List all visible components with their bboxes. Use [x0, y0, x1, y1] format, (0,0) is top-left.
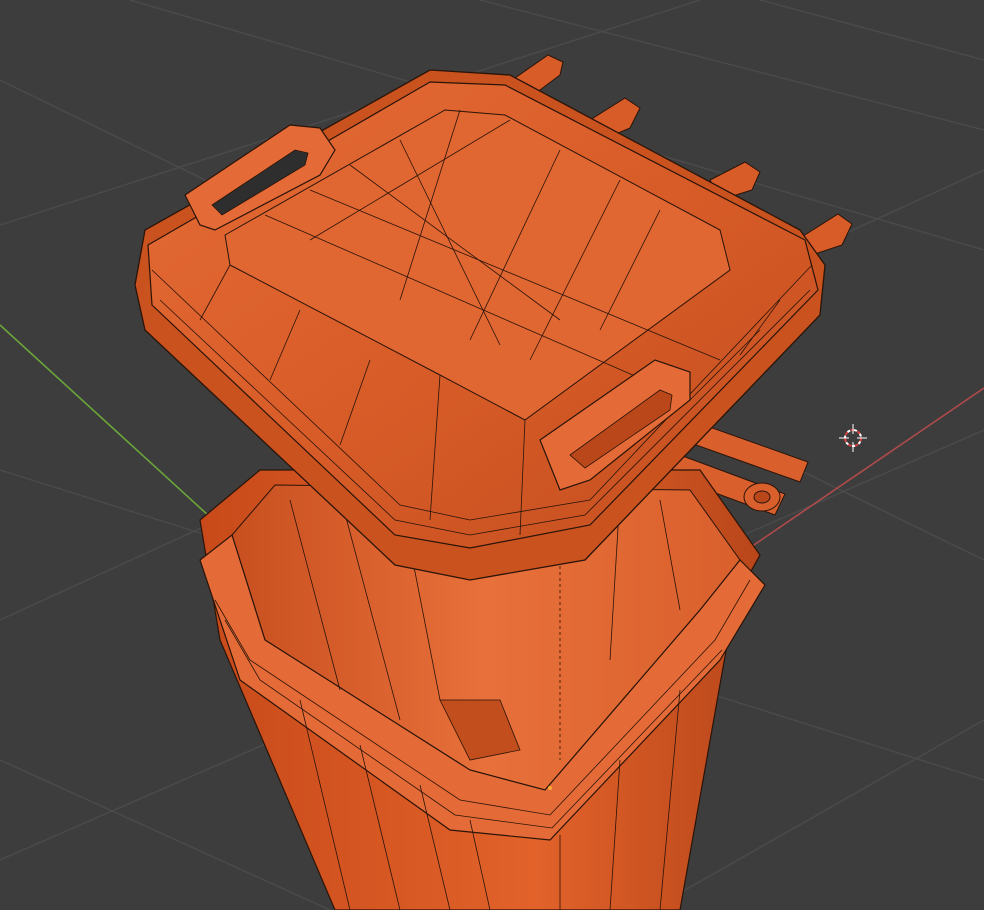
3d-viewport[interactable]	[0, 0, 984, 910]
selected-vertex	[548, 786, 552, 790]
viewport-scene[interactable]	[0, 0, 984, 910]
3d-cursor-icon[interactable]	[839, 424, 867, 452]
